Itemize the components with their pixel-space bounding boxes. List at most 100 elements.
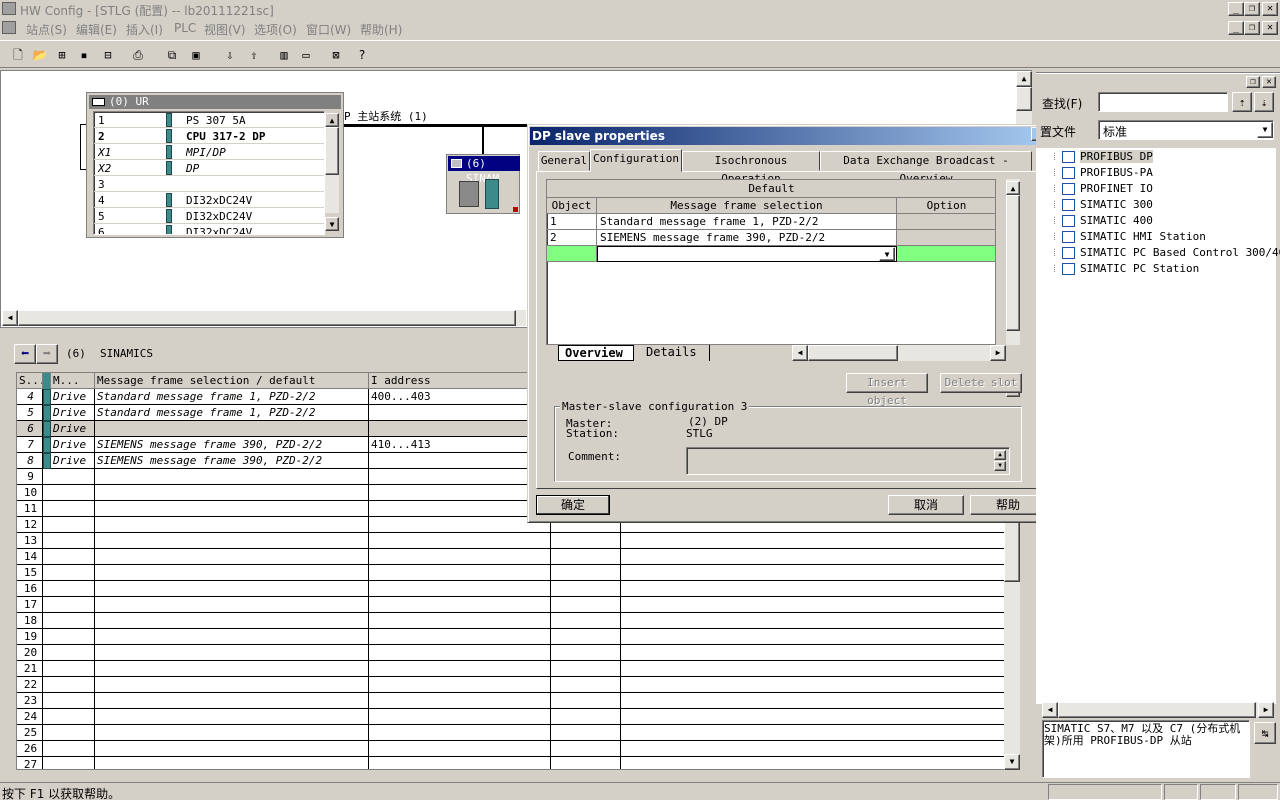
table-row[interactable]: 19 [17,629,1007,645]
tree-expand-icon[interactable] [1054,153,1061,160]
catalog-item[interactable]: PROFINET IO [1054,181,1153,197]
save-compile-icon[interactable]: ⊟ [98,45,118,65]
save-icon[interactable]: ▪ [74,45,94,65]
menu-help[interactable]: 帮助(H) [360,21,402,38]
message-frame-grid[interactable]: Default Object Message frame selection O… [546,179,996,345]
station-scroll-up[interactable]: ▲ [1016,71,1032,87]
catalog-scroll-right[interactable]: ▶ [1258,702,1274,718]
insert-object-button[interactable]: Insert object [846,373,928,407]
table-row[interactable]: 17 [17,597,1007,613]
copy-icon[interactable]: ⧉ [162,45,182,65]
catalog-item[interactable]: SIMATIC PC Station [1054,261,1199,277]
table-row[interactable]: 23 [17,693,1007,709]
rack-scroll-up[interactable]: ▲ [325,113,339,127]
table-row[interactable]: 15 [17,565,1007,581]
grid-scroll-thumb[interactable] [1006,195,1020,331]
table-row[interactable]: 16 [17,581,1007,597]
rack-row[interactable]: 2 CPU 317-2 DP [94,128,324,144]
profile-dropdown[interactable]: 标准 ▼ [1098,120,1274,140]
maximize-button[interactable]: ❐ [1244,2,1260,16]
tree-expand-icon[interactable] [1054,249,1061,256]
rack-row[interactable]: X1 MPI/DP [94,144,324,160]
tab-configuration[interactable]: Configuration [590,149,682,172]
tab-general[interactable]: General [538,151,590,171]
find-input[interactable] [1098,92,1228,112]
new-icon[interactable]: 🗋 [8,45,28,65]
table-row[interactable]: 14 [17,549,1007,565]
frame-select-dropdown[interactable] [597,246,897,262]
rack-scroll-thumb[interactable] [325,127,339,175]
catalog-item[interactable]: SIMATIC 400 [1054,213,1153,229]
doc-close-button[interactable]: ✕ [1262,21,1278,35]
menu-plc[interactable]: PLC [174,21,196,35]
tree-expand-icon[interactable] [1054,233,1061,240]
rack-row[interactable]: 4 DI32xDC24V [94,192,324,208]
doc-icon[interactable] [2,21,16,34]
table-row[interactable]: 27 [17,757,1007,769]
subtab-overview[interactable]: Overview [558,345,634,361]
menu-edit[interactable]: 编辑(E) [76,21,117,38]
tree-expand-icon[interactable] [1054,217,1061,224]
rack-scroll-down[interactable]: ▼ [325,217,339,231]
detail-header-icon[interactable] [43,373,51,389]
slave-sinamics[interactable]: (6) SINAM [446,154,520,214]
grid-row-2-option[interactable] [897,230,995,246]
ok-button[interactable]: 确定 [536,495,610,515]
detail-header-frame[interactable]: Message frame selection / default [95,373,369,389]
upload-icon[interactable]: ⇧ [244,45,264,65]
subtab-scroll-thumb[interactable] [808,345,898,361]
catalog-item[interactable]: PROFIBUS DP [1054,149,1153,165]
cancel-button[interactable]: 取消 [888,495,964,515]
station-hscroll[interactable]: ◀ [2,310,526,326]
detail-header-module[interactable]: M... [51,373,95,389]
doc-restore-button[interactable]: ❐ [1244,21,1260,35]
comment-field[interactable] [686,447,1010,475]
rack-row[interactable]: 5 DI32xDC24V [94,208,324,224]
table-row[interactable]: 26 [17,741,1007,757]
doc-minimize-button[interactable]: _ [1228,21,1244,35]
catalog-toggle-icon[interactable]: ▥ [274,45,294,65]
rack-row[interactable]: X2 DP [94,160,324,176]
tree-expand-icon[interactable] [1054,265,1061,272]
subtab-scroll-right[interactable]: ▶ [990,345,1006,361]
network-config-icon[interactable]: ⊠ [326,45,346,65]
dp-master-system-label[interactable]: P 主站系统 (1) [344,108,428,124]
network-icon[interactable]: ⊞ [52,45,72,65]
find-down-icon[interactable]: ⇣ [1254,92,1274,112]
tab-data-exchange-broadcast[interactable]: Data Exchange Broadcast - Overview [820,151,1032,185]
paste-icon[interactable]: ▣ [186,45,206,65]
forward-arrow-icon[interactable]: ➡ [36,344,58,364]
grid-row-new-option[interactable] [897,246,995,262]
tree-expand-icon[interactable] [1054,185,1061,192]
tree-expand-icon[interactable] [1054,169,1061,176]
back-arrow-icon[interactable]: ⬅ [14,344,36,364]
comment-scroll-down[interactable]: ▼ [994,461,1006,471]
subtab-details[interactable]: Details [638,345,710,361]
help-button[interactable]: 帮助 [970,495,1046,515]
chevron-down-icon[interactable]: ▼ [879,247,895,261]
menu-station[interactable]: 站点(S) [26,21,67,38]
detail-scroll-thumb[interactable] [1004,522,1020,582]
context-help-icon[interactable]: ? [352,45,372,65]
grid-row-2-frame[interactable]: SIEMENS message frame 390, PZD-2/2 [597,230,897,246]
rack-row[interactable]: 6 DI32xDC24V [94,224,324,234]
table-row[interactable]: 22 [17,677,1007,693]
catalog-hscroll[interactable]: ◀ ▶ [1042,702,1274,718]
grid-row-1-frame[interactable]: Standard message frame 1, PZD-2/2 [597,214,897,230]
table-row[interactable]: 25 [17,725,1007,741]
catalog-item[interactable]: SIMATIC HMI Station [1054,229,1206,245]
comment-scroll-up[interactable]: ▲ [994,450,1006,460]
table-row[interactable]: 24 [17,709,1007,725]
subtab-scroll-left[interactable]: ◀ [792,345,808,361]
catalog-info-toggle-icon[interactable]: ↹ [1254,722,1276,744]
close-button[interactable]: ✕ [1262,2,1278,16]
rack-ur[interactable]: (0) UR 1 PS 307 5A 2 CPU 317-2 DP X1 MPI/DP X2… [86,92,344,238]
grid-row-1-option[interactable] [897,214,995,230]
menu-insert[interactable]: 插入(I) [126,21,163,38]
catalog-close-button[interactable]: ✕ [1262,76,1276,88]
subtab-hscroll[interactable]: ◀ ▶ [792,345,1006,361]
menu-view[interactable]: 视图(V) [204,21,246,38]
print-icon[interactable]: ⎙ [128,45,148,65]
catalog-item[interactable]: PROFIBUS-PA [1054,165,1153,181]
grid-col-frame[interactable]: Message frame selection [597,198,897,214]
